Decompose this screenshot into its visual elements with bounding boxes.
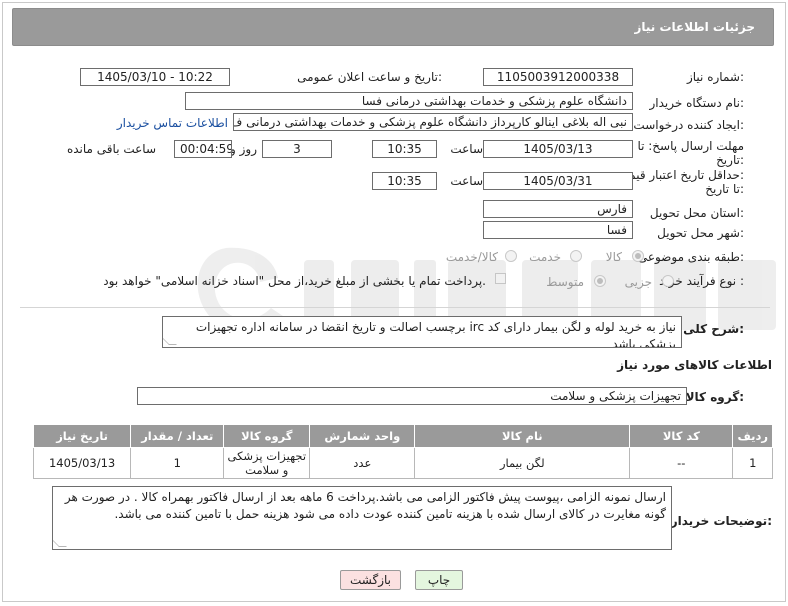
col-quantity: تعداد / مقدار (130, 424, 225, 448)
reply-deadline-label: مهلت ارسال پاسخ: تا (637, 139, 744, 153)
validity-date-field: 1405/03/31 (483, 172, 633, 190)
table-row: 1 -- لگن بیمار عدد تجهیزات پزشکی و سلامت… (32, 447, 773, 479)
cell-code: -- (629, 447, 734, 479)
time-remaining-field: 00:04:59 (174, 140, 232, 158)
col-name: نام کالا (414, 424, 631, 448)
cell-unit: عدد (309, 447, 416, 479)
divider (20, 307, 770, 308)
col-unit: واحد شمارش (309, 424, 416, 448)
days-label: روز و (230, 142, 257, 156)
resize-grip-icon[interactable] (163, 337, 177, 345)
need-number-field: 1105003912000338 (483, 68, 633, 86)
validity-time-field: 10:35 (372, 172, 437, 190)
cell-need-date: 1405/03/13 (32, 447, 132, 479)
panel-header: جزئیات اطلاعات نیاز (12, 8, 774, 46)
category-label: طبقه بندی موضوعی: (637, 250, 744, 264)
col-need-date: تاریخ نیاز (32, 424, 132, 448)
need-description-text: نیاز به خرید لوله و لگن بیمار دارای کد i… (195, 320, 676, 348)
buyer-notes-field: ارسال نمونه الزامی ،پیوست پیش فاکتور الز… (52, 486, 672, 550)
category-option-both: کالا/خدمت (445, 250, 498, 264)
goods-section-title: اطلاعات کالاهای مورد نیاز (617, 358, 772, 372)
reply-time-label: ساعت (450, 142, 483, 156)
cell-name: لگن بیمار (414, 447, 631, 479)
goods-group-field: تجهیزات پزشکی و سلامت (137, 387, 687, 405)
validity-time-label: ساعت (450, 174, 483, 188)
col-row: ردیف (732, 424, 773, 448)
time-remaining-label: ساعت باقی مانده (66, 142, 156, 156)
treasury-payment-note: پرداخت تمام یا بخشی از مبلغ خرید،از محل … (103, 274, 486, 288)
col-group: گروه کالا (223, 424, 311, 448)
category-option-service: خدمت (529, 250, 561, 264)
reply-time-field: 10:35 (372, 140, 437, 158)
announce-datetime-label: تاریخ و ساعت اعلان عمومی: (297, 70, 442, 84)
requester-field: نبی اله بلاغی اینالو کارپرداز دانشگاه عل… (233, 113, 633, 131)
panel-title: جزئیات اطلاعات نیاز (634, 20, 755, 34)
print-button[interactable]: چاپ (415, 570, 463, 590)
province-field: فارس (483, 200, 633, 218)
price-validity-label: حداقل تاریخ اعتبار قیمت: (617, 168, 744, 182)
need-number-label: شماره نیاز: (686, 70, 744, 84)
requester-label: ایجاد کننده درخواست: (633, 118, 744, 132)
buyer-contact-link[interactable]: اطلاعات تماس خریدار (117, 116, 228, 130)
price-validity-label-2: تا تاریخ: (705, 182, 744, 196)
goods-table-header: ردیف کد کالا نام کالا واحد شمارش گروه کا… (32, 424, 773, 448)
need-description-field: نیاز به خرید لوله و لگن بیمار دارای کد i… (162, 316, 682, 348)
process-option-medium: متوسط (546, 275, 584, 289)
back-button[interactable]: بازگشت (340, 570, 401, 590)
announce-datetime-field: 1405/03/10 - 10:22 (80, 68, 230, 86)
buyer-org-field: دانشگاه علوم پزشکی و خدمات بهداشتی درمان… (185, 92, 633, 110)
city-label: شهر محل تحویل: (657, 226, 744, 240)
resize-grip-icon[interactable] (53, 539, 67, 547)
goods-table: ردیف کد کالا نام کالا واحد شمارش گروه کا… (32, 424, 773, 479)
cell-group: تجهیزات پزشکی و سلامت (223, 447, 311, 479)
category-radio-both[interactable] (505, 250, 517, 262)
category-radio-goods[interactable] (632, 250, 644, 262)
province-label: استان محل تحویل: (649, 206, 744, 220)
buyer-notes-text: ارسال نمونه الزامی ،پیوست پیش فاکتور الز… (64, 490, 666, 521)
treasury-payment-checkbox[interactable] (495, 273, 506, 284)
category-radio-service[interactable] (570, 250, 582, 262)
col-code: کد کالا (629, 424, 734, 448)
process-option-minor: جزیی (624, 275, 652, 289)
cell-row: 1 (732, 447, 773, 479)
process-radio-medium[interactable] (594, 275, 606, 287)
category-option-goods: کالا (605, 250, 622, 264)
buyer-org-label: نام دستگاه خریدار: (649, 96, 745, 110)
reply-deadline-label-2: تاریخ: (716, 153, 744, 167)
buyer-notes-label: توضیحات خریدار: (670, 514, 772, 528)
reply-date-field: 1405/03/13 (483, 140, 633, 158)
goods-group-label: گروه کالا: (685, 390, 744, 404)
process-radio-minor[interactable] (662, 275, 674, 287)
city-field: فسا (483, 221, 633, 239)
cell-quantity: 1 (130, 447, 225, 479)
days-remaining-field: 3 (262, 140, 332, 158)
